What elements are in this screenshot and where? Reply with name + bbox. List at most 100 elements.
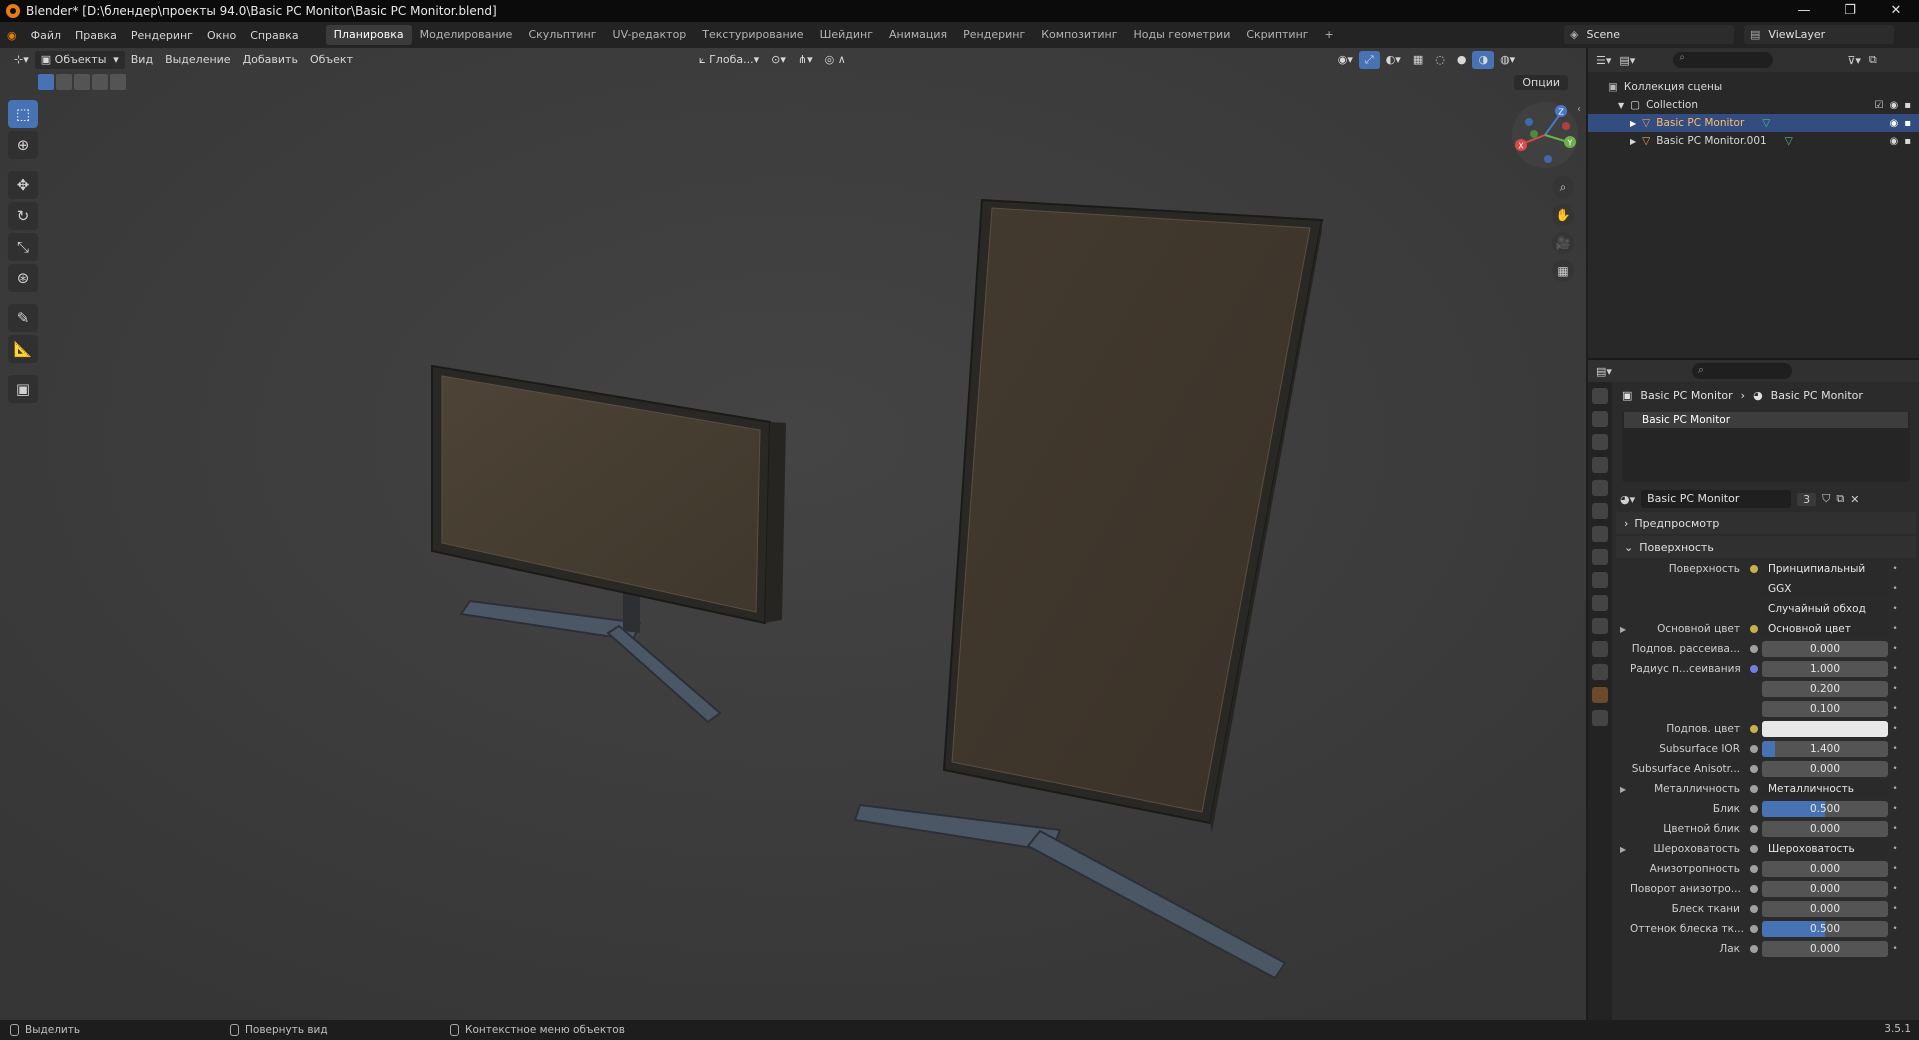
tab-geometry-nodes[interactable]: Ноды геометрии — [1126, 25, 1239, 45]
wireframe-shading-icon[interactable]: ◌ — [1429, 51, 1451, 69]
pivot-point-icon[interactable]: ⊙▾ — [765, 51, 792, 69]
material-name-field[interactable]: Basic PC Monitor — [1641, 490, 1792, 508]
number-field[interactable]: 1.000 — [1762, 661, 1888, 677]
keyframe-dot-icon[interactable]: • — [1888, 844, 1902, 854]
rotate-tool-icon[interactable]: ↻ — [8, 202, 38, 230]
number-field[interactable]: 0.500 — [1762, 801, 1888, 817]
cursor-tool-icon[interactable]: ⊕ — [8, 131, 38, 159]
material-slot-list[interactable]: Basic PC Monitor — [1622, 412, 1910, 482]
mode-selector[interactable]: ▣ Объекты ▾ — [34, 51, 125, 69]
keyframe-dot-icon[interactable]: • — [1888, 924, 1902, 934]
keyframe-dot-icon[interactable]: • — [1888, 604, 1902, 614]
fake-user-icon[interactable]: ⛉ — [1822, 492, 1830, 506]
expand-arrow-icon[interactable]: ▶ — [1620, 845, 1630, 854]
unlink-material-icon[interactable]: ✕ — [1850, 493, 1859, 506]
expand-arrow-icon[interactable]: ▶ — [1630, 137, 1636, 146]
move-tool-icon[interactable]: ✥ — [8, 171, 38, 199]
keyframe-dot-icon[interactable]: • — [1888, 624, 1902, 634]
link-field[interactable]: GGX — [1762, 581, 1888, 597]
select-extend-icon[interactable] — [56, 74, 72, 90]
socket-dot-icon[interactable] — [1750, 845, 1758, 853]
visibility-icon[interactable]: ◉▾ — [1332, 51, 1359, 69]
tab-texture-paint[interactable]: Текстурирование — [694, 25, 811, 45]
socket-dot-icon[interactable] — [1750, 925, 1758, 933]
annotate-tool-icon[interactable]: ✎ — [8, 304, 38, 332]
tab-layout[interactable]: Планировка — [325, 25, 412, 45]
preview-section[interactable]: › Предпросмотр — [1616, 512, 1916, 534]
menu-select[interactable]: Выделение — [159, 51, 237, 69]
tab-shading[interactable]: Шейдинг — [812, 25, 881, 45]
menu-add[interactable]: Добавить — [237, 51, 304, 69]
display-mode-icon[interactable]: ▤▾ — [1619, 54, 1635, 67]
socket-dot-icon[interactable] — [1750, 785, 1758, 793]
view-layer-selector[interactable]: ▤ ViewLayer — [1744, 25, 1894, 44]
menu-object[interactable]: Объект — [304, 51, 359, 69]
sidebar-toggle-icon[interactable]: ‹ — [1577, 104, 1581, 115]
socket-dot-icon[interactable] — [1750, 645, 1758, 653]
pan-hand-icon[interactable]: ✋ — [1552, 204, 1574, 226]
editor-type-icon[interactable]: ⊹▾ — [8, 51, 35, 69]
expand-arrow-icon[interactable]: ▶ — [1620, 625, 1630, 634]
number-field[interactable]: 0.500 — [1762, 921, 1888, 937]
camera-view-icon[interactable]: 🎥 — [1552, 232, 1574, 254]
material-slot-item[interactable]: Basic PC Monitor — [1624, 412, 1908, 428]
data-tab-icon[interactable] — [1592, 664, 1608, 680]
number-field[interactable]: 0.000 — [1762, 881, 1888, 897]
keyframe-dot-icon[interactable]: • — [1888, 584, 1902, 594]
tab-compositing[interactable]: Композитинг — [1033, 25, 1125, 45]
link-field[interactable]: Шероховатость — [1762, 841, 1888, 857]
duplicate-material-icon[interactable]: ⧉ — [1836, 492, 1844, 506]
number-field[interactable]: 0.000 — [1762, 641, 1888, 657]
user-count[interactable]: 3 — [1797, 492, 1817, 506]
checkbox-icon[interactable]: ☑ — [1875, 100, 1884, 111]
keyframe-dot-icon[interactable]: • — [1888, 884, 1902, 894]
outliner-editor-icon[interactable]: ☰▾ — [1596, 54, 1611, 67]
keyframe-dot-icon[interactable]: • — [1888, 724, 1902, 734]
socket-dot-icon[interactable] — [1750, 665, 1758, 673]
eye-icon[interactable]: ◉ — [1889, 100, 1898, 111]
keyframe-dot-icon[interactable]: • — [1888, 764, 1902, 774]
number-field[interactable]: 0.000 — [1762, 821, 1888, 837]
tab-modeling[interactable]: Моделирование — [412, 25, 521, 45]
socket-dot-icon[interactable] — [1750, 865, 1758, 873]
transform-orientation-dropdown[interactable]: ⟀ Глоба...▾ — [693, 51, 765, 69]
keyframe-dot-icon[interactable]: • — [1888, 864, 1902, 874]
collection-tab-icon[interactable] — [1592, 526, 1608, 542]
view-layer-tab-icon[interactable] — [1592, 457, 1608, 473]
socket-dot-icon[interactable] — [1750, 825, 1758, 833]
socket-dot-icon[interactable] — [1750, 765, 1758, 773]
proportional-edit-icon[interactable]: ◎ ∧ — [819, 51, 852, 69]
color-field[interactable] — [1762, 721, 1888, 737]
link-field[interactable]: Металличность — [1762, 781, 1888, 797]
maximize-button[interactable]: ❐ — [1827, 0, 1873, 22]
solid-shading-icon[interactable]: ● — [1451, 51, 1473, 69]
select-subtract-icon[interactable] — [74, 74, 90, 90]
keyframe-dot-icon[interactable]: • — [1888, 684, 1902, 694]
keyframe-dot-icon[interactable]: • — [1888, 744, 1902, 754]
keyframe-dot-icon[interactable]: • — [1888, 644, 1902, 654]
options-dropdown[interactable]: Опции — [1514, 75, 1568, 90]
properties-editor-icon[interactable]: ▤▾ — [1596, 365, 1612, 378]
render-tab-icon[interactable] — [1592, 411, 1608, 427]
scene-selector[interactable]: ◈ Scene — [1564, 25, 1734, 44]
material-tab-icon[interactable] — [1592, 687, 1608, 703]
select-intersect-icon[interactable] — [110, 74, 126, 90]
tab-rendering[interactable]: Рендеринг — [955, 25, 1033, 45]
texture-tab-icon[interactable] — [1592, 710, 1608, 726]
particles-tab-icon[interactable] — [1592, 595, 1608, 611]
socket-dot-icon[interactable] — [1750, 565, 1758, 573]
physics-tab-icon[interactable] — [1592, 618, 1608, 634]
keyframe-dot-icon[interactable]: • — [1888, 824, 1902, 834]
eye-icon[interactable]: ◉ — [1889, 136, 1898, 147]
keyframe-dot-icon[interactable]: • — [1888, 564, 1902, 574]
keyframe-dot-icon[interactable]: • — [1888, 664, 1902, 674]
menu-window[interactable]: Окно — [200, 29, 243, 42]
expand-arrow-icon[interactable]: ▶ — [1620, 785, 1630, 794]
number-field[interactable]: 0.000 — [1762, 761, 1888, 777]
menu-help[interactable]: Справка — [243, 29, 305, 42]
menu-edit[interactable]: Правка — [68, 29, 124, 42]
filter-icon[interactable]: ⊽▾ — [1847, 54, 1861, 67]
tab-scripting[interactable]: Скриптинг — [1238, 25, 1316, 45]
outliner-object-row[interactable]: ▶ ▽ Basic PC Monitor.001 ▽ ◉ ▪ — [1588, 132, 1919, 150]
number-field[interactable]: 0.200 — [1762, 681, 1888, 697]
